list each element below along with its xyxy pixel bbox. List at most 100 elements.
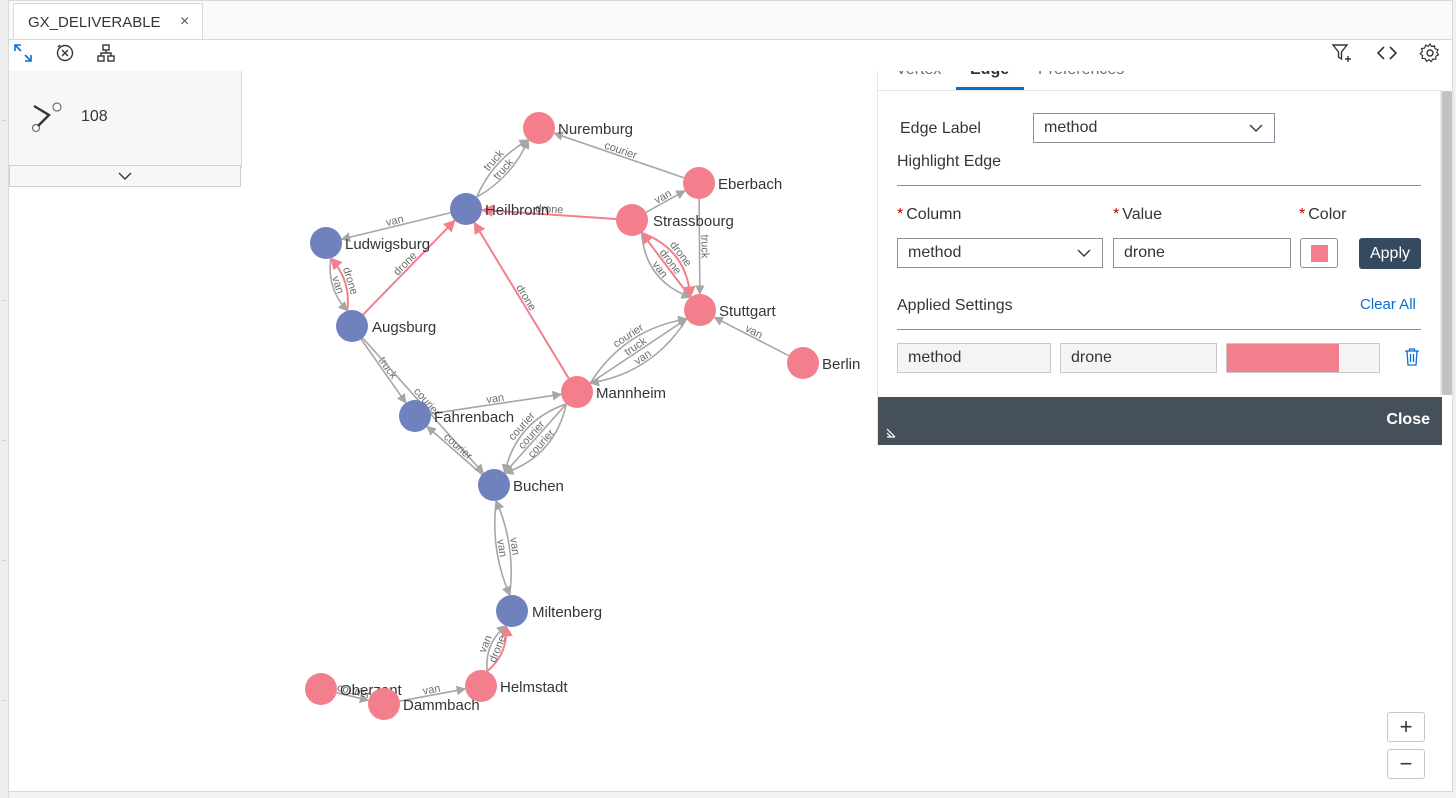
- color-label: * Color: [1299, 206, 1346, 224]
- code-icon[interactable]: [1375, 41, 1399, 65]
- node-label: Helmstadt: [500, 679, 568, 696]
- node-label: Heilbronn: [485, 202, 549, 219]
- applied-color-bar: [1226, 343, 1380, 373]
- edge-label: courier: [441, 431, 474, 462]
- strip-divider: [2, 120, 5, 121]
- clear-icon[interactable]: [53, 41, 77, 65]
- fullscreen-icon[interactable]: [11, 41, 35, 65]
- tab-edge[interactable]: Edge: [970, 71, 1009, 79]
- graph-stats-box: 108: [9, 71, 242, 168]
- edge-count: 108: [81, 108, 108, 125]
- section-divider: [897, 185, 1421, 186]
- panel-footer: Close: [878, 397, 1442, 445]
- tab-vertex[interactable]: Vertex: [896, 71, 941, 79]
- value-input[interactable]: drone: [1113, 238, 1291, 268]
- node-label: Nuremburg: [558, 121, 633, 138]
- edge-label: drone: [391, 250, 419, 279]
- node-label: Stuttgart: [719, 303, 777, 320]
- node-label: Augsburg: [372, 319, 436, 336]
- color-label-text: Color: [1308, 206, 1347, 223]
- graph-node[interactable]: [368, 688, 400, 720]
- graph-node[interactable]: [310, 227, 342, 259]
- applied-settings-title: Applied Settings: [897, 297, 1013, 314]
- applied-value-text: drone: [1071, 349, 1112, 366]
- close-button[interactable]: Close: [1386, 411, 1430, 429]
- node-label: Eberbach: [718, 176, 782, 193]
- section-divider: [897, 329, 1421, 330]
- edge-label-label: Edge Label: [900, 120, 981, 137]
- graph-node[interactable]: [684, 294, 716, 326]
- scrollbar-thumb[interactable]: [1442, 91, 1452, 395]
- applied-value-field: drone: [1060, 343, 1217, 373]
- required-mark: *: [1299, 206, 1306, 223]
- node-label: Strassbourg: [653, 213, 734, 230]
- node-label: Ludwigsburg: [345, 236, 430, 253]
- applied-column-value: method: [908, 349, 962, 366]
- clear-all-link[interactable]: Clear All: [1360, 296, 1416, 313]
- trash-icon[interactable]: [1404, 348, 1420, 371]
- edge-settings-panel: Vertex Edge Preferences Edge Label metho…: [877, 71, 1454, 445]
- graph-node[interactable]: [305, 673, 337, 705]
- column-select-value: method: [908, 244, 962, 261]
- strip-divider: [2, 440, 5, 441]
- value-label: * Value: [1113, 206, 1162, 224]
- edge-icon: [31, 101, 63, 138]
- zoom-in-icon[interactable]: +: [1387, 712, 1425, 742]
- value-input-text: drone: [1124, 244, 1165, 261]
- graph-node[interactable]: [616, 204, 648, 236]
- edge-label-select[interactable]: method: [1033, 113, 1275, 143]
- graph-viewer-panel: GX_DELIVERABLE × truck truck courier van dro…: [8, 0, 1454, 792]
- hierarchy-icon[interactable]: [94, 41, 118, 65]
- color-picker-button[interactable]: [1300, 238, 1338, 268]
- edge-label: courier: [603, 140, 639, 162]
- chevron-down-icon: [1249, 124, 1263, 132]
- nodes-layer: Nuremburg Eberbach Heilbronn Strassbourg Lud…: [305, 112, 860, 720]
- applied-color-fill: [1227, 344, 1340, 372]
- required-mark: *: [1113, 206, 1120, 223]
- graph-node[interactable]: [787, 347, 819, 379]
- apply-button[interactable]: Apply: [1359, 238, 1421, 269]
- stats-expand-button[interactable]: [9, 165, 241, 187]
- graph-node[interactable]: [399, 400, 431, 432]
- column-label: * Column: [897, 206, 961, 224]
- edge-label-value: method: [1044, 119, 1098, 136]
- edge-label: van: [743, 323, 764, 342]
- column-select[interactable]: method: [897, 238, 1103, 268]
- graph-node[interactable]: [496, 595, 528, 627]
- strip-divider: [2, 560, 5, 561]
- applied-column-field: method: [897, 343, 1051, 373]
- color-swatch: [1311, 245, 1328, 262]
- graph-node[interactable]: [523, 112, 555, 144]
- edge-label: van: [507, 537, 521, 556]
- graph-node[interactable]: [478, 469, 510, 501]
- panel-scrollbar[interactable]: [1440, 91, 1454, 395]
- graph-node[interactable]: [336, 310, 368, 342]
- node-label: Mannheim: [596, 385, 666, 402]
- edge-label: van: [494, 539, 508, 558]
- filter-add-icon[interactable]: [1330, 41, 1354, 65]
- value-label-text: Value: [1122, 206, 1162, 223]
- column-label-text: Column: [906, 206, 962, 223]
- zoom-out-icon[interactable]: −: [1387, 749, 1425, 779]
- edge-label: truck: [376, 355, 400, 382]
- chevron-down-icon: [118, 172, 132, 180]
- edge-label: van: [385, 213, 405, 229]
- highlight-edge-title: Highlight Edge: [897, 153, 1002, 170]
- edge-label: van: [486, 392, 505, 406]
- node-label: Miltenberg: [532, 604, 602, 621]
- node-label: Fahrenbach: [434, 409, 514, 426]
- graph-node[interactable]: [561, 376, 593, 408]
- graph-node[interactable]: [450, 193, 482, 225]
- required-mark: *: [897, 206, 904, 223]
- tab-preferences[interactable]: Preferences: [1038, 71, 1124, 79]
- resize-icon[interactable]: [886, 425, 896, 443]
- tab-divider: [878, 90, 1442, 91]
- edge-label: van: [422, 683, 442, 698]
- graph-node[interactable]: [465, 670, 497, 702]
- settings-icon[interactable]: [1418, 41, 1442, 65]
- strip-divider: [2, 700, 5, 701]
- graph-node[interactable]: [683, 167, 715, 199]
- edge-label: van: [652, 188, 673, 207]
- strip-divider: [2, 300, 5, 301]
- node-label: Buchen: [513, 478, 564, 495]
